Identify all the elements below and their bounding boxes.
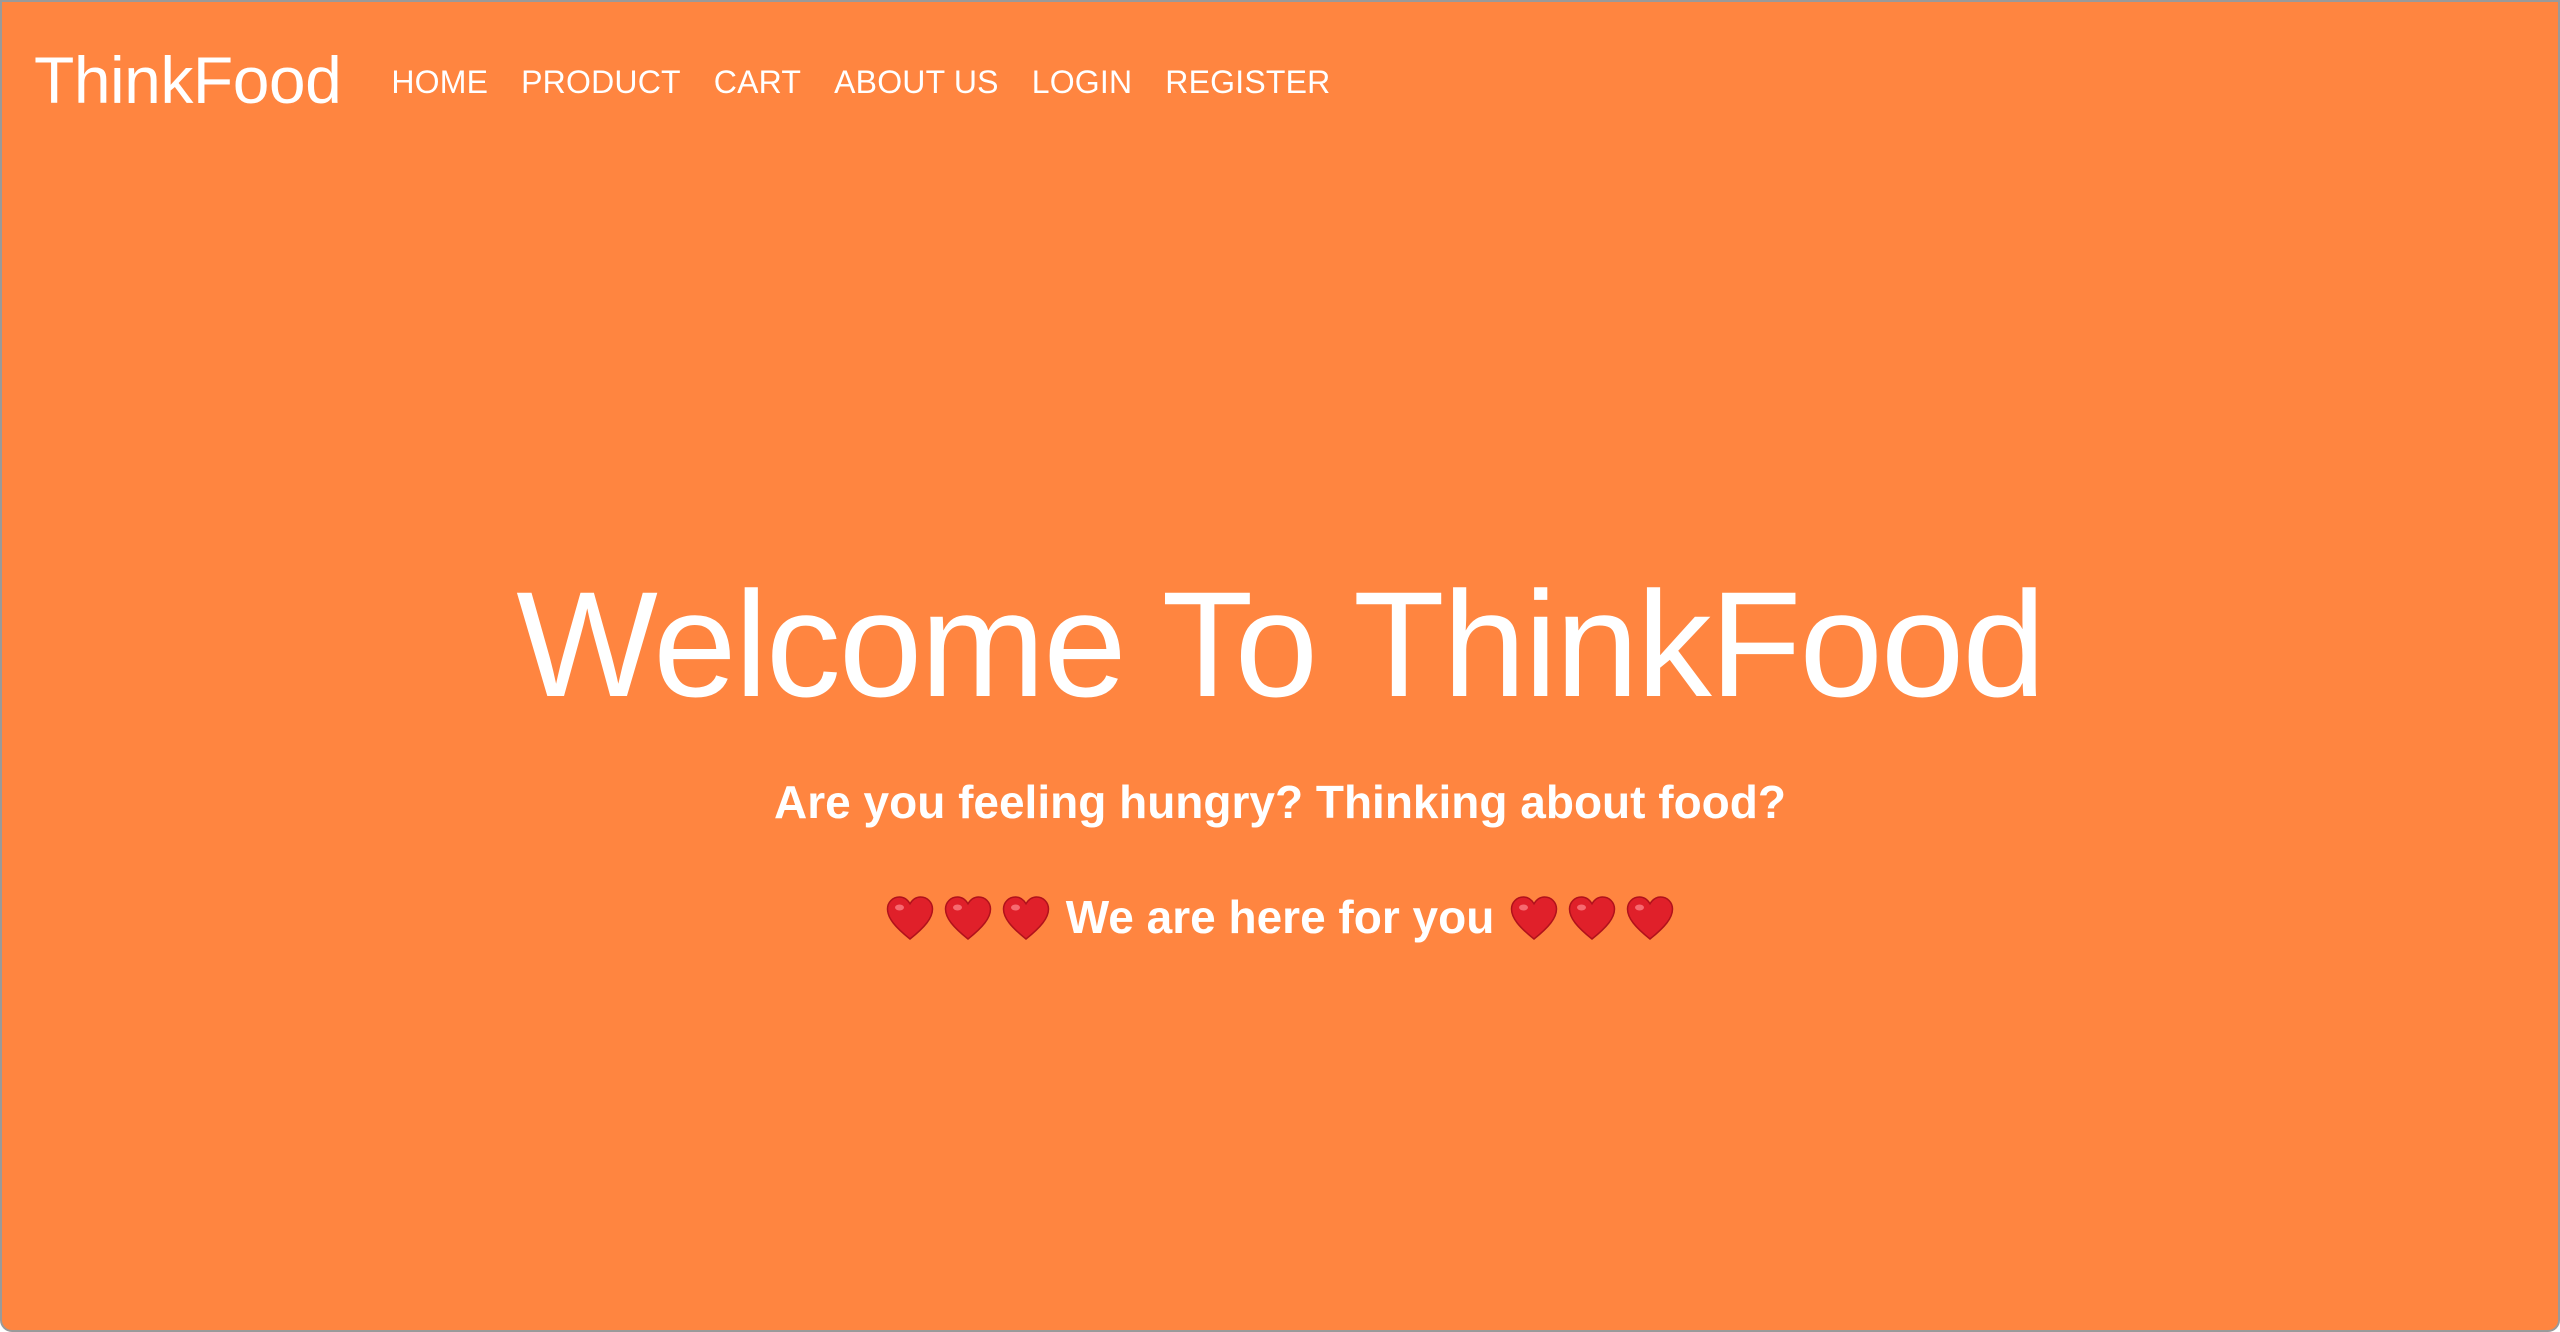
heart-icon: [1002, 896, 1049, 940]
hearts-right: [1510, 895, 1674, 941]
brand-logo-link[interactable]: ThinkFood: [34, 47, 342, 113]
page: ThinkFood HOME PRODUCT CART ABOUT US LOG…: [0, 0, 2560, 1332]
hero-subtitle: Are you feeling hungry? Thinking about f…: [774, 776, 1786, 828]
nav-link-login[interactable]: LOGIN: [1032, 64, 1133, 101]
heart-icon: [1511, 896, 1558, 940]
hero-section: Welcome To ThinkFood Are you feeling hun…: [2, 562, 2558, 945]
heart-icon: [944, 896, 991, 940]
nav-link-about-us[interactable]: ABOUT US: [834, 64, 999, 101]
nav-link-product[interactable]: PRODUCT: [521, 64, 681, 101]
navbar: ThinkFood HOME PRODUCT CART ABOUT US LOG…: [34, 40, 1330, 120]
heart-icon: [886, 896, 933, 940]
tagline-text: We are here for you: [1065, 891, 1495, 944]
heart-icon: [1627, 896, 1674, 940]
hero-tagline: We are here for you: [2, 890, 2558, 945]
nav-link-register[interactable]: REGISTER: [1165, 64, 1330, 101]
nav-links: HOME PRODUCT CART ABOUT US LOGIN REGISTE…: [391, 64, 1330, 101]
hero-title: Welcome To ThinkFood: [516, 560, 2045, 728]
heart-icon: [1569, 896, 1616, 940]
nav-link-home[interactable]: HOME: [391, 64, 488, 101]
nav-link-cart[interactable]: CART: [714, 64, 801, 101]
hearts-left: [886, 895, 1050, 941]
